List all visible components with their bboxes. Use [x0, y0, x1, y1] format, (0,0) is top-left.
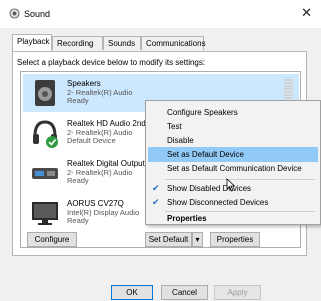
device-name: Realtek HD Audio 2nd: [67, 119, 146, 128]
properties-button[interactable]: Properties: [210, 232, 260, 247]
menu-separator: [165, 179, 315, 180]
digital-output-icon: [32, 168, 58, 179]
device-status: Ready: [67, 176, 89, 185]
configure-button[interactable]: Configure: [27, 232, 77, 247]
monitor-icon: [32, 202, 58, 225]
tab-recording[interactable]: Recording: [52, 36, 103, 50]
cancel-button[interactable]: Cancel: [161, 285, 208, 300]
ok-button[interactable]: OK: [111, 285, 153, 300]
checkmark-icon: ✔: [152, 197, 160, 207]
set-default-dropdown[interactable]: ▾: [192, 232, 203, 247]
sound-icon: [9, 8, 20, 19]
device-status: Ready: [67, 216, 89, 225]
menu-item-label: Properties: [167, 214, 207, 223]
checkmark-icon: ✔: [152, 183, 160, 193]
speaker-icon: [35, 80, 55, 106]
menu-item-configure-speakers[interactable]: Configure Speakers: [148, 105, 318, 120]
cursor-icon: [226, 178, 236, 192]
menu-item-label: Disable: [167, 136, 194, 145]
menu-item-label: Test: [167, 122, 182, 131]
menu-item-test[interactable]: Test: [148, 119, 318, 134]
menu-item-disable[interactable]: Disable: [148, 133, 318, 148]
device-status: Ready: [67, 96, 89, 105]
menu-item-label: Show Disconnected Devices: [167, 198, 269, 207]
menu-item-label: Configure Speakers: [167, 108, 238, 117]
tab-sounds[interactable]: Sounds: [103, 36, 141, 50]
context-menu: Configure Speakers Test Disable Set as D…: [145, 100, 321, 225]
menu-item-show-disconnected[interactable]: ✔ Show Disconnected Devices: [148, 195, 318, 210]
dropdown-arrow-icon: ▾: [195, 235, 200, 244]
close-icon[interactable]: ✕: [301, 5, 312, 21]
menu-item-properties[interactable]: Properties: [148, 211, 318, 226]
menu-item-label: Set as Default Device: [167, 150, 244, 159]
instruction-text: Select a playback device below to modify…: [17, 58, 206, 67]
set-default-button[interactable]: Set Default: [145, 232, 192, 247]
title-bar: Sound ✕: [0, 0, 321, 28]
menu-item-set-default-communication[interactable]: Set as Default Communication Device: [148, 161, 318, 176]
device-name: Realtek Digital Output: [67, 159, 145, 168]
headphones-icon: [33, 120, 58, 148]
device-name: AORUS CV27Q: [67, 199, 124, 208]
window-title: Sound: [24, 9, 51, 19]
menu-item-label: Show Disabled Devices: [167, 184, 252, 193]
device-name: Speakers: [67, 79, 101, 88]
menu-item-set-default-device[interactable]: Set as Default Device: [148, 147, 318, 162]
tab-communications[interactable]: Communications: [141, 36, 206, 50]
apply-button[interactable]: Apply: [214, 285, 261, 300]
menu-item-label: Set as Default Communication Device: [167, 164, 302, 173]
device-status: Default Device: [67, 136, 116, 145]
tab-playback[interactable]: Playback: [12, 34, 52, 51]
